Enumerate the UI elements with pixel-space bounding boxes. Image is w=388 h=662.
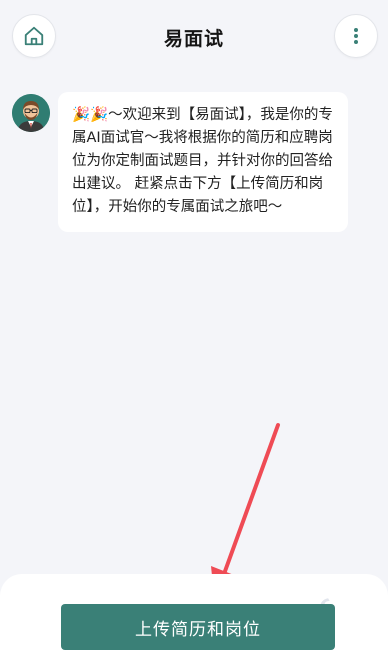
screen: 易面试 🎉🎉～欢迎来到【易面试】，我是你的专属AI面试官～我将根据你的简历和应聘… xyxy=(0,0,388,662)
more-vertical-icon xyxy=(354,28,358,44)
page-title: 易面试 xyxy=(163,28,224,50)
welcome-message-bubble: 🎉🎉～欢迎来到【易面试】，我是你的专属AI面试官～我将根据你的简历和应聘岗位为你… xyxy=(58,92,348,232)
more-button[interactable] xyxy=(334,14,378,58)
welcome-message-text: ～欢迎来到【易面试】，我是你的专属AI面试官～我将根据你的简历和应聘岗位为你定制… xyxy=(72,107,333,215)
header: 易面试 xyxy=(0,0,388,70)
interviewer-avatar xyxy=(12,94,50,132)
party-popper-icon: 🎉🎉 xyxy=(72,107,109,123)
upload-resume-and-position-button[interactable]: 上传简历和岗位 xyxy=(61,604,335,650)
